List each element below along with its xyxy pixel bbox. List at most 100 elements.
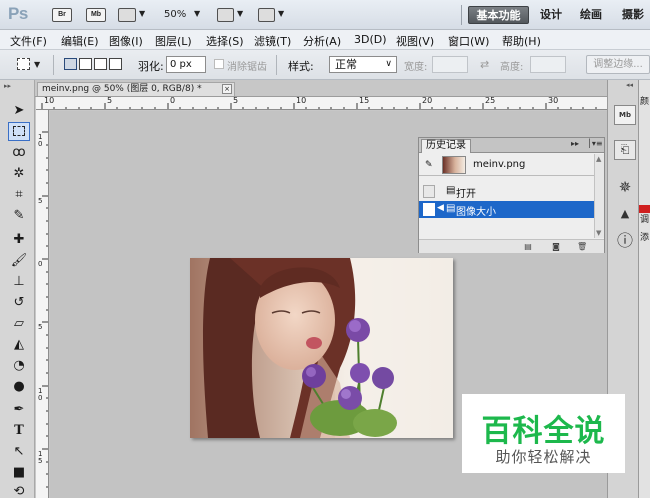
- crop-tool-icon[interactable]: ⌗: [8, 185, 30, 204]
- height-input[interactable]: [530, 56, 566, 73]
- history-step-image-size[interactable]: ◀ ▤ 图像大小: [419, 201, 594, 218]
- panel-collapse-icon[interactable]: ▸▸: [4, 82, 11, 90]
- history-brush-tool-icon[interactable]: ↺: [8, 293, 30, 312]
- history-source-checkbox[interactable]: [423, 203, 435, 216]
- quick-selection-tool-icon[interactable]: ✲: [8, 164, 30, 183]
- paint-bucket-tool-icon[interactable]: ◭: [8, 335, 30, 354]
- brush-tool-icon[interactable]: 🖌: [8, 251, 30, 270]
- workspace-photography[interactable]: 摄影: [616, 6, 650, 24]
- color-panel-tab[interactable]: 颜: [640, 94, 649, 107]
- bridge-button[interactable]: Br: [52, 8, 72, 22]
- add-panel-tab[interactable]: 添: [640, 230, 649, 243]
- scroll-up-icon[interactable]: ▲: [596, 155, 601, 163]
- ruler-ticks: [41, 103, 597, 109]
- histogram-icon[interactable]: ▲: [614, 205, 636, 225]
- menu-view[interactable]: 视图(V): [396, 33, 434, 49]
- divider: [461, 5, 462, 25]
- ruler-h-label: 25: [485, 97, 496, 105]
- path-selection-tool-icon[interactable]: ↖: [8, 442, 30, 461]
- collapse-panel-icon[interactable]: ▸▸: [571, 139, 579, 148]
- rectangle-tool-icon[interactable]: ■: [8, 463, 30, 482]
- workspace-essentials[interactable]: 基本功能: [468, 6, 529, 24]
- chevron-down-icon[interactable]: ▼: [139, 9, 145, 18]
- menu-filter[interactable]: 滤镜(T): [254, 33, 291, 49]
- new-selection-icon[interactable]: [64, 58, 77, 70]
- ruler-h-label: 0: [170, 97, 176, 105]
- menu-file[interactable]: 文件(F): [10, 33, 47, 49]
- screen-mode-icon[interactable]: [258, 8, 275, 22]
- menu-layer[interactable]: 图层(L): [155, 33, 192, 49]
- workspace-painting[interactable]: 绘画: [575, 6, 607, 24]
- tab-history[interactable]: 历史记录: [421, 139, 471, 153]
- pen-tool-icon[interactable]: ✒: [8, 400, 30, 419]
- type-tool-icon[interactable]: T: [8, 421, 30, 440]
- watermark-badge: 百科全说 助你轻松解决: [462, 394, 625, 473]
- trash-icon[interactable]: 🗑: [577, 242, 587, 251]
- chevron-down-icon: ∨: [385, 59, 392, 69]
- document-tab[interactable]: meinv.png @ 50% (图层 0, RGB/8) * ×: [37, 82, 235, 96]
- camera-snapshot-icon[interactable]: ◙: [551, 242, 561, 251]
- menu-edit[interactable]: 编辑(E): [61, 33, 99, 49]
- history-brush-source-icon[interactable]: ✎: [425, 160, 435, 170]
- ruler-v-label: 5: [38, 323, 43, 331]
- info-icon[interactable]: ⓘ: [614, 232, 636, 252]
- move-tool-icon[interactable]: ➤: [8, 101, 30, 120]
- eraser-tool-icon[interactable]: ▱: [8, 314, 30, 333]
- history-source-checkbox[interactable]: [423, 185, 435, 198]
- menu-select[interactable]: 选择(S): [206, 33, 244, 49]
- history-snapshot[interactable]: ✎ meinv.png: [419, 154, 594, 176]
- menu-window[interactable]: 窗口(W): [448, 33, 489, 49]
- history-scrollbar[interactable]: ▲ ▼: [594, 154, 604, 238]
- close-tab-icon[interactable]: ×: [222, 84, 232, 94]
- blur-tool-icon[interactable]: ◔: [8, 356, 30, 375]
- menu-3d[interactable]: 3D(D): [354, 33, 387, 46]
- menu-analysis[interactable]: 分析(A): [303, 33, 341, 49]
- document-image[interactable]: [190, 258, 453, 438]
- history-step-open[interactable]: ▤ 打开: [419, 183, 594, 200]
- width-input[interactable]: [432, 56, 468, 73]
- chevron-down-icon[interactable]: ▼: [237, 9, 243, 18]
- subtract-selection-icon[interactable]: [94, 58, 107, 70]
- zoom-level-menu[interactable]: 50%: [164, 9, 186, 20]
- feather-input[interactable]: 0 px: [166, 56, 206, 73]
- chevron-down-icon[interactable]: ▼: [194, 9, 200, 18]
- arrange-documents-icon[interactable]: [217, 8, 234, 22]
- swap-icon[interactable]: ⇄: [480, 58, 489, 71]
- style-select[interactable]: 正常 ∨: [329, 56, 397, 73]
- lasso-tool-icon[interactable]: ꝏ: [8, 143, 30, 162]
- style-select-value: 正常: [335, 58, 357, 71]
- intersect-selection-icon[interactable]: [109, 58, 122, 70]
- mini-bridge-icon[interactable]: Mb: [614, 105, 636, 125]
- spot-healing-tool-icon[interactable]: ✚: [8, 230, 30, 249]
- collapsed-panel-strip: 颜 调 添: [638, 80, 650, 498]
- history-panel-footer: ▤ ◙ 🗑: [419, 239, 604, 253]
- workspace-design[interactable]: 设计: [535, 6, 567, 24]
- adjustments-panel-tab[interactable]: 调: [640, 212, 649, 225]
- chevron-down-icon[interactable]: ▼: [278, 9, 284, 18]
- view-extras-icon[interactable]: [118, 8, 136, 22]
- divider: [53, 55, 54, 75]
- new-document-from-state-icon[interactable]: ▤: [523, 242, 533, 251]
- history-step-label: 图像大小: [456, 207, 496, 218]
- chevron-down-icon[interactable]: ▼: [34, 60, 40, 69]
- ruler-h-label: 30: [548, 97, 559, 105]
- snapshot-thumbnail: [442, 156, 466, 174]
- eyedropper-tool-icon[interactable]: ✎: [8, 206, 30, 225]
- marquee-preset-icon[interactable]: [17, 58, 30, 70]
- history-panel-icon[interactable]: ⎗: [614, 140, 636, 160]
- clone-stamp-tool-icon[interactable]: ⊥: [8, 272, 30, 291]
- panel-menu-icon[interactable]: │▾≡: [587, 139, 603, 148]
- refine-edge-button[interactable]: 调整边缘...: [586, 55, 650, 74]
- antialias-checkbox[interactable]: [214, 59, 224, 69]
- dodge-tool-icon[interactable]: ●: [8, 377, 30, 396]
- rectangular-marquee-tool-icon[interactable]: [8, 122, 30, 141]
- snapshot-name: meinv.png: [473, 159, 526, 170]
- menu-help[interactable]: 帮助(H): [502, 33, 541, 49]
- add-selection-icon[interactable]: [79, 58, 92, 70]
- navigator-icon[interactable]: ✵: [614, 178, 636, 198]
- scroll-down-icon[interactable]: ▼: [596, 229, 601, 237]
- 3d-rotate-tool-icon[interactable]: ⟲: [8, 482, 30, 498]
- mini-bridge-button[interactable]: Mb: [86, 8, 106, 22]
- dock-collapse-icon[interactable]: ◂◂: [626, 81, 633, 89]
- menu-image[interactable]: 图像(I): [109, 33, 143, 49]
